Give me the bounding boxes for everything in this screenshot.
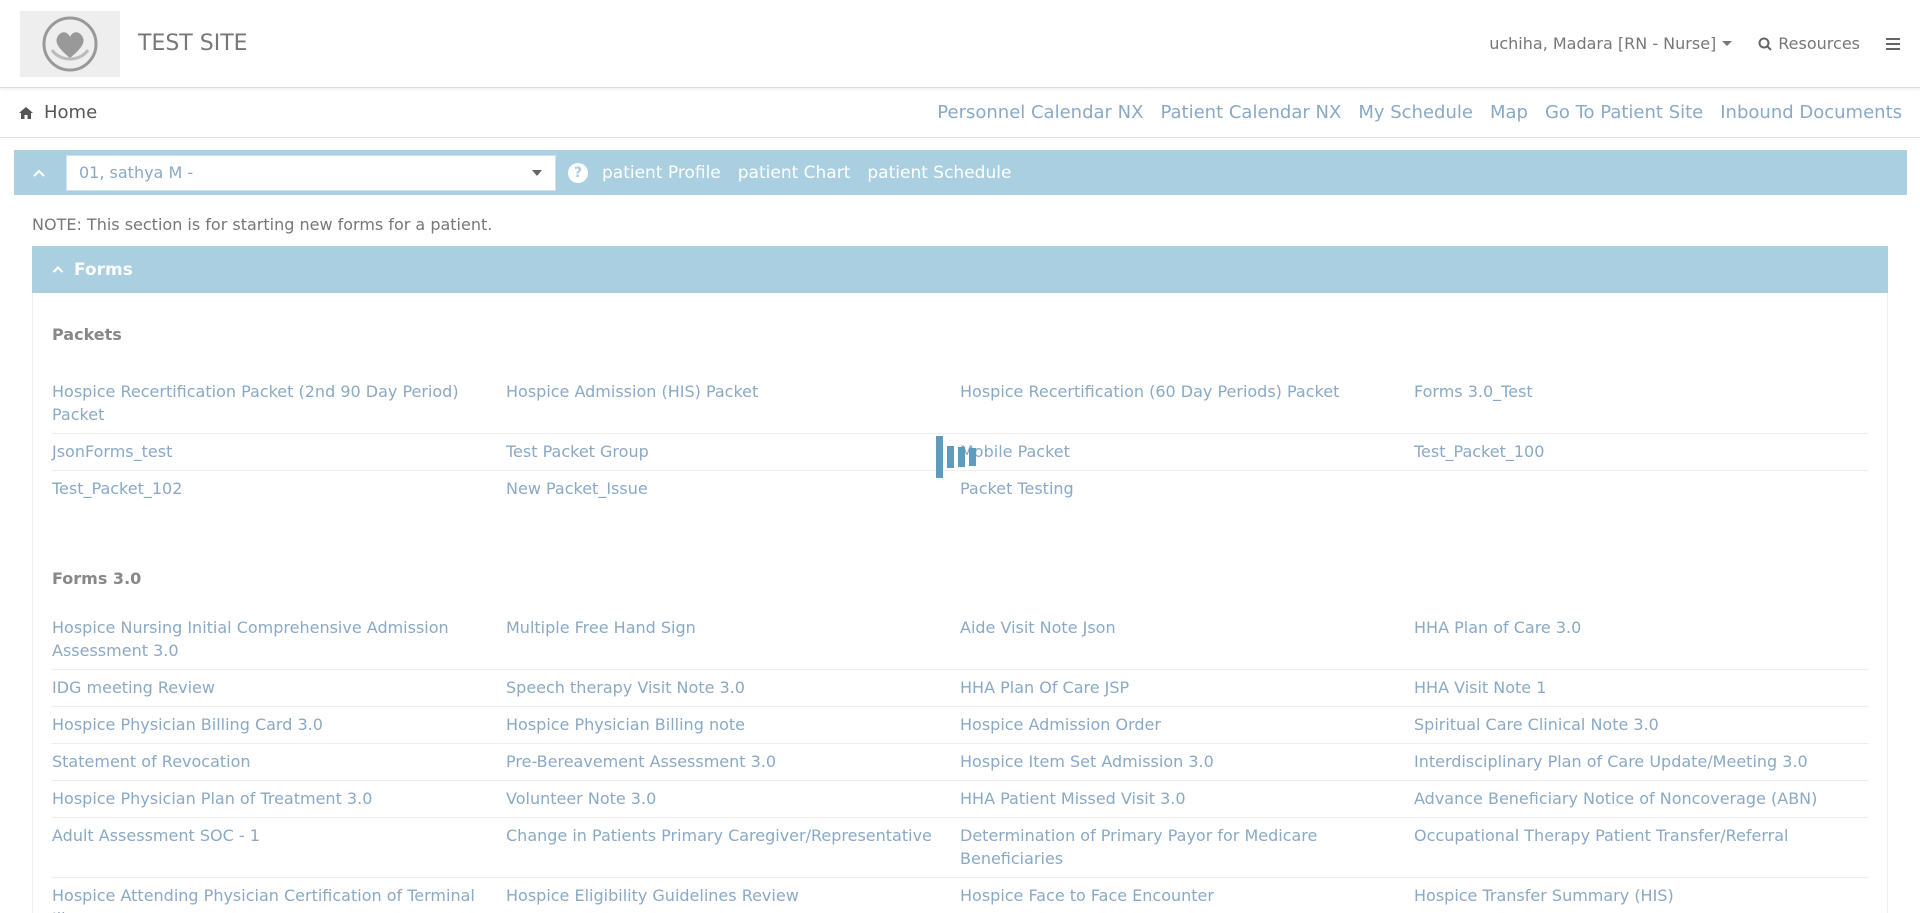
packet-link[interactable]: Hospice Recertification Packet (2nd 90 D…	[52, 380, 506, 426]
forms30-grid: Hospice Nursing Initial Comprehensive Ad…	[52, 610, 1868, 913]
table-row: Adult Assessment SOC - 1 Change in Patie…	[52, 818, 1868, 878]
patient-select-value: 01, sathya M -	[79, 163, 194, 182]
form-link[interactable]: HHA Visit Note 1	[1414, 676, 1868, 699]
form-link[interactable]: Occupational Therapy Patient Transfer/Re…	[1414, 824, 1868, 870]
forms30-heading: Forms 3.0	[52, 569, 142, 588]
nav-patient-calendar[interactable]: Patient Calendar NX	[1160, 102, 1341, 123]
chevron-down-icon	[1722, 41, 1733, 46]
help-icon[interactable]: ?	[568, 162, 588, 183]
packet-link[interactable]: Test_Packet_102	[52, 477, 506, 500]
chevron-down-icon	[532, 169, 542, 176]
table-row: Hospice Physician Plan of Treatment 3.0 …	[52, 781, 1868, 818]
top-header: TEST SITE uchiha, Madara [RN - Nurse] Re…	[0, 0, 1920, 88]
form-link[interactable]: Pre-Bereavement Assessment 3.0	[506, 750, 960, 773]
packet-link[interactable]: New Packet_Issue	[506, 477, 960, 500]
form-link[interactable]: Hospice Transfer Summary (HIS)	[1414, 884, 1868, 913]
form-link[interactable]: Adult Assessment SOC - 1	[52, 824, 506, 870]
packet-link[interactable]: Packet Testing	[960, 477, 1414, 500]
search-icon	[1758, 37, 1772, 51]
resources-link[interactable]: Resources	[1758, 34, 1860, 53]
form-link[interactable]: Hospice Item Set Admission 3.0	[960, 750, 1414, 773]
home-icon	[19, 106, 33, 119]
patient-select[interactable]: 01, sathya M -	[66, 154, 556, 191]
form-link[interactable]: Hospice Admission Order	[960, 713, 1414, 736]
packet-link[interactable]	[1414, 477, 1868, 500]
chevron-up-icon	[52, 265, 64, 273]
collapse-patient-bar-button[interactable]	[24, 158, 54, 188]
patient-schedule-link[interactable]: patient Schedule	[867, 163, 1011, 183]
forms-body: Packets Hospice Recertification Packet (…	[32, 293, 1888, 913]
form-link[interactable]: Hospice Physician Billing Card 3.0	[52, 713, 506, 736]
form-link[interactable]: HHA Plan Of Care JSP	[960, 676, 1414, 699]
forms-section-header[interactable]: Forms	[32, 246, 1888, 293]
home-link[interactable]: Home	[18, 102, 97, 123]
form-link[interactable]: Determination of Primary Payor for Medic…	[960, 824, 1414, 870]
packet-link[interactable]: JsonForms_test	[52, 440, 506, 463]
packet-link[interactable]: Forms 3.0_Test	[1414, 380, 1868, 426]
form-link[interactable]: HHA Plan of Care 3.0	[1414, 616, 1868, 662]
form-link[interactable]: HHA Patient Missed Visit 3.0	[960, 787, 1414, 810]
table-row: Hospice Nursing Initial Comprehensive Ad…	[52, 610, 1868, 670]
breadcrumb-nav: Home Personnel Calendar NX Patient Calen…	[0, 88, 1920, 138]
patient-bar: 01, sathya M - ? patient Profile patient…	[14, 150, 1907, 195]
table-row: Hospice Recertification Packet (2nd 90 D…	[52, 374, 1868, 434]
form-link[interactable]: Hospice Nursing Initial Comprehensive Ad…	[52, 616, 506, 662]
chevron-up-icon	[33, 168, 45, 177]
packet-link[interactable]: Test_Packet_100	[1414, 440, 1868, 463]
menu-icon[interactable]	[1886, 37, 1900, 50]
user-name: uchiha, Madara [RN - Nurse]	[1489, 34, 1717, 53]
resources-label: Resources	[1778, 34, 1860, 53]
packet-link[interactable]: Hospice Admission (HIS) Packet	[506, 380, 960, 426]
user-menu-dropdown[interactable]: uchiha, Madara [RN - Nurse]	[1489, 34, 1733, 53]
packet-link[interactable]: Test Packet Group	[506, 440, 960, 463]
table-row: Statement of Revocation Pre-Bereavement …	[52, 744, 1868, 781]
packet-link[interactable]: Mobile Packet	[960, 440, 1414, 463]
form-link[interactable]: IDG meeting Review	[52, 676, 506, 699]
form-link[interactable]: Change in Patients Primary Caregiver/Rep…	[506, 824, 960, 870]
loading-spinner-icon	[936, 436, 976, 478]
heart-logo-icon	[42, 16, 98, 71]
form-link[interactable]: Multiple Free Hand Sign	[506, 616, 960, 662]
nav-my-schedule[interactable]: My Schedule	[1358, 102, 1473, 123]
form-link[interactable]: Interdisciplinary Plan of Care Update/Me…	[1414, 750, 1868, 773]
nav-map[interactable]: Map	[1490, 102, 1528, 123]
form-link[interactable]: Hospice Physician Plan of Treatment 3.0	[52, 787, 506, 810]
nav-inbound-documents[interactable]: Inbound Documents	[1720, 102, 1902, 123]
form-link[interactable]: Volunteer Note 3.0	[506, 787, 960, 810]
site-title: TEST SITE	[138, 31, 248, 56]
table-row: Hospice Attending Physician Certificatio…	[52, 878, 1868, 913]
table-row: IDG meeting Review Speech therapy Visit …	[52, 670, 1868, 707]
form-link[interactable]: Advance Beneficiary Notice of Noncoverag…	[1414, 787, 1868, 810]
nav-personnel-calendar[interactable]: Personnel Calendar NX	[937, 102, 1143, 123]
form-link[interactable]: Statement of Revocation	[52, 750, 506, 773]
forms-title: Forms	[74, 259, 133, 280]
form-link[interactable]: Spiritual Care Clinical Note 3.0	[1414, 713, 1868, 736]
form-link[interactable]: Aide Visit Note Json	[960, 616, 1414, 662]
table-row: Hospice Physician Billing Card 3.0 Hospi…	[52, 707, 1868, 744]
patient-chart-link[interactable]: patient Chart	[738, 163, 851, 183]
nav-go-to-patient-site[interactable]: Go To Patient Site	[1545, 102, 1703, 123]
packet-link[interactable]: Hospice Recertification (60 Day Periods)…	[960, 380, 1414, 426]
form-link[interactable]: Hospice Eligibility Guidelines Review	[506, 884, 960, 913]
form-link[interactable]: Hospice Face to Face Encounter	[960, 884, 1414, 913]
form-link[interactable]: Hospice Physician Billing note	[506, 713, 960, 736]
patient-profile-link[interactable]: patient Profile	[602, 163, 721, 183]
packets-heading: Packets	[52, 325, 122, 344]
site-logo[interactable]	[20, 10, 120, 77]
form-link[interactable]: Speech therapy Visit Note 3.0	[506, 676, 960, 699]
forms-note: NOTE: This section is for starting new f…	[32, 215, 493, 234]
form-link[interactable]: Hospice Attending Physician Certificatio…	[52, 884, 506, 913]
home-label: Home	[44, 102, 98, 123]
